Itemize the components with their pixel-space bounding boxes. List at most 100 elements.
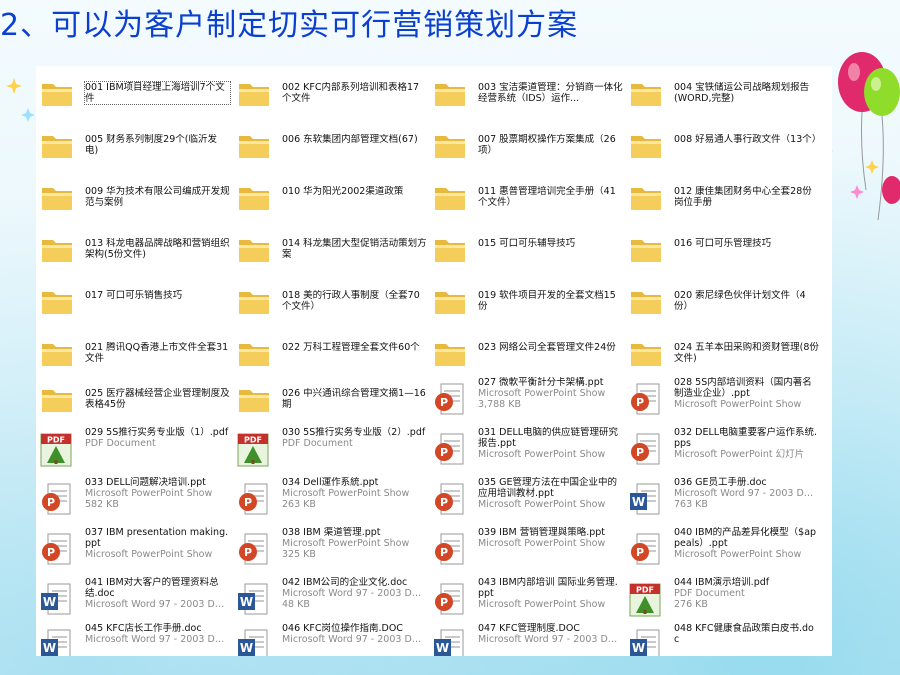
item-type: Microsoft PowerPoint Show [674,399,802,410]
file-item[interactable]: P 032 DELL电脑重要客户运作系统.pps Microsoft PowerP… [625,424,821,472]
file-item[interactable]: W 048 KFC健康食品政策白皮书.doc [625,620,821,656]
item-text: 006 东软集团内部管理文档(67) [282,134,427,145]
folder-icon [40,128,74,164]
folder-item[interactable]: 004 宝铁储运公司战略规划报告(WORD,完整) [625,68,821,116]
file-item[interactable]: P 037 IBM presentation making.ppt Microso… [36,524,232,572]
item-name: 043 IBM内部培训 国际业务管理.ppt [478,577,618,599]
file-item[interactable]: W 036 GE员工手册.doc Microsoft Word 97 - 2003… [625,474,821,522]
svg-text:P: P [440,396,448,409]
ppt-icon: P [237,482,271,518]
item-text: 022 万科工程管理全套文件60个 [282,342,427,353]
file-item[interactable]: P 033 DELL问题解决培训.ppt Microsoft PowerPoint… [36,474,232,522]
item-text: 013 科龙电器品牌战略和营销组织架构(5份文件) [85,238,230,260]
folder-item[interactable]: 013 科龙电器品牌战略和营销组织架构(5份文件) [36,224,232,272]
file-item[interactable]: P 040 IBM的产品差异化模型（$appeals）.ppt Microsoft… [625,524,821,572]
folder-item[interactable]: 024 五羊本田采购和资财管理(8份文件) [625,328,821,376]
item-text: 037 IBM presentation making.ppt Microsoft… [85,527,230,560]
item-name: 037 IBM presentation making.ppt [85,527,229,549]
file-item[interactable]: PDF 044 IBM演示培训.pdf PDF Document 276 KB [625,574,821,622]
item-name: 042 IBM公司的企业文化.doc [282,577,408,588]
folder-icon [237,232,271,268]
file-item[interactable]: W 041 IBM对大客户的管理资料总结.doc Microsoft Word 9… [36,574,232,622]
svg-text:PDF: PDF [244,436,262,445]
item-name: 030 5S推行实务专业版（2）.pdf [282,427,426,438]
folder-icon [237,382,271,418]
item-text: 043 IBM内部培训 国际业务管理.ppt Microsoft PowerPoi… [478,577,623,610]
file-item[interactable]: P 035 GE管理方法在中国企业中的应用培训教材.ppt Microsoft P… [429,474,625,522]
folder-item[interactable]: 007 股票期权操作方案集成（26项） [429,120,625,168]
folder-item[interactable]: 010 华为阳光2002渠道政策 [233,172,429,220]
item-type: PDF Document [85,438,156,449]
file-item[interactable]: P 039 IBM 营销管理與策略.ppt Microsoft PowerPoin… [429,524,625,572]
folder-item[interactable]: 015 可口可乐辅导技巧 [429,224,625,272]
folder-item[interactable]: 012 康佳集团财务中心全套28份岗位手册 [625,172,821,220]
folder-item[interactable]: 020 索尼绿色伙伴计划文件（4份） [625,276,821,324]
item-size: 763 KB [674,499,708,510]
folder-item[interactable]: 003 宝洁渠道管理：分销商一体化经营系统（IDS）运作... [429,68,625,116]
file-item[interactable]: W 047 KFC管理制度.DOC Microsoft Word 97 - 200… [429,620,625,656]
slide-title: 2、可以为客户制定切实可行营销策划方案 [0,8,579,43]
item-type: Microsoft PowerPoint 幻灯片 [674,449,805,460]
folder-item[interactable]: 016 可口可乐管理技巧 [625,224,821,272]
item-type: Microsoft PowerPoint Show [282,538,410,549]
item-name: 039 IBM 营销管理與策略.ppt [478,527,605,538]
folder-item[interactable]: 025 医疗器械经营企业管理制度及表格45份 [36,374,232,422]
folder-item[interactable]: 009 华为技术有限公司编成开发规范与案例 [36,172,232,220]
folder-item[interactable]: 006 东软集团内部管理文档(67) [233,120,429,168]
file-item[interactable]: PDF 029 5S推行实务专业版（1）.pdf PDF Document [36,424,232,472]
ppt-icon: P [40,482,74,518]
item-text: 047 KFC管理制度.DOC Microsoft Word 97 - 2003 … [478,623,623,645]
folder-icon [237,76,271,112]
ppt-icon: P [433,582,467,618]
svg-text:W: W [632,641,645,655]
folder-item[interactable]: 014 科龙集团大型促销活动策划方案 [233,224,429,272]
folder-item[interactable]: 026 中兴通讯综合管理文摘1—16期 [233,374,429,422]
item-text: 015 可口可乐辅导技巧 [478,238,623,249]
item-name: 016 可口可乐管理技巧 [674,238,772,249]
folder-item[interactable]: 005 财务系列制度29个(临沂发电) [36,120,232,168]
folder-item[interactable]: 017 可口可乐销售技巧 [36,276,232,324]
svg-text:W: W [632,495,645,509]
item-text: 038 IBM 渠道管理.ppt Microsoft PowerPoint Sho… [282,527,427,560]
svg-text:W: W [240,595,253,609]
word-icon: W [40,582,74,618]
ppt-icon: P [629,382,663,418]
word-icon: W [433,628,467,656]
file-item[interactable]: W 042 IBM公司的企业文化.doc Microsoft Word 97 - … [233,574,429,622]
item-type: Microsoft PowerPoint Show [85,549,213,560]
file-item[interactable]: P 027 微軟平衡計分卡架構.ppt Microsoft PowerPoint … [429,374,625,422]
item-text: 026 中兴通讯综合管理文摘1—16期 [282,388,427,410]
file-item[interactable]: P 038 IBM 渠道管理.ppt Microsoft PowerPoint S… [233,524,429,572]
file-item[interactable]: W 045 KFC店长工作手册.doc Microsoft Word 97 - 2… [36,620,232,656]
file-item[interactable]: P 028 5S内部培训资料（国内著名制造业企业）.ppt Microsoft P… [625,374,821,422]
item-name: 001 IBM项目经理上海培训7个文件 [84,81,231,105]
folder-icon [237,336,271,372]
item-name: 048 KFC健康食品政策白皮书.doc [674,623,814,645]
folder-item[interactable]: 002 KFC内部系列培训和表格17个文件 [233,68,429,116]
folder-item[interactable]: 022 万科工程管理全套文件60个 [233,328,429,376]
svg-text:P: P [47,496,55,509]
file-item[interactable]: P 034 Dell運作系統.ppt Microsoft PowerPoint S… [233,474,429,522]
svg-text:W: W [436,641,449,655]
file-item[interactable]: P 043 IBM内部培训 国际业务管理.ppt Microsoft PowerP… [429,574,625,622]
folder-icon [629,180,663,216]
file-item[interactable]: PDF 030 5S推行实务专业版（2）.pdf PDF Document [233,424,429,472]
folder-item[interactable]: 011 惠普管理培训完全手册（41个文件） [429,172,625,220]
folder-item[interactable]: 019 软件项目开发的全套文档15份 [429,276,625,324]
file-item[interactable]: W 046 KFC岗位操作指南.DOC Microsoft Word 97 - 2… [233,620,429,656]
folder-item[interactable]: 023 网络公司全套管理文件24份 [429,328,625,376]
item-text: 032 DELL电脑重要客户运作系统.pps Microsoft PowerPoi… [674,427,819,460]
folder-item[interactable]: 008 好易通人事行政文件（13个） [625,120,821,168]
file-explorer-panel[interactable]: 001 IBM项目经理上海培训7个文件 002 KFC内部系列培训和表格17个文… [36,66,832,656]
folder-icon [40,336,74,372]
svg-text:PDF: PDF [47,436,65,445]
file-item[interactable]: P 031 DELL电脑的供应链管理研究报告.ppt Microsoft Powe… [429,424,625,472]
folder-item[interactable]: 021 腾讯QQ香港上市文件全套31文件 [36,328,232,376]
item-text: 033 DELL问题解决培训.ppt Microsoft PowerPoint S… [85,477,230,510]
folder-item[interactable]: 001 IBM项目经理上海培训7个文件 [36,68,232,116]
folder-item[interactable]: 018 美的行政人事制度（全套70个文件） [233,276,429,324]
item-size: 3,788 KB [478,399,521,410]
item-name: 029 5S推行实务专业版（1）.pdf [85,427,229,438]
item-name: 046 KFC岗位操作指南.DOC [282,623,403,634]
word-icon: W [629,482,663,518]
